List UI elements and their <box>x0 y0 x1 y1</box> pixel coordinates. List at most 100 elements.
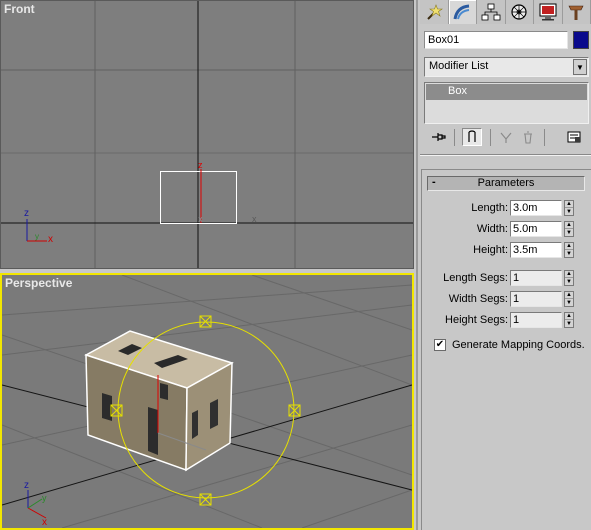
toolbar-separator <box>454 129 455 146</box>
box-window <box>160 383 168 400</box>
box01-mesh <box>84 330 234 472</box>
front-viewport-label[interactable]: Front <box>4 2 35 16</box>
spinner-up-icon[interactable]: ▲ <box>565 201 573 208</box>
generate-mapping-label[interactable]: Generate Mapping Coords. <box>452 339 585 351</box>
panel-divider <box>420 154 591 156</box>
stack-item-box[interactable]: Box <box>426 84 587 100</box>
perspective-viewport-label[interactable]: Perspective <box>5 276 72 290</box>
front-viewport-canvas[interactable]: z x x z x y <box>1 1 414 269</box>
trash-icon <box>524 131 532 144</box>
spinner-down-icon[interactable]: ▼ <box>565 299 573 306</box>
spinner-up-icon[interactable]: ▲ <box>565 313 573 320</box>
world-x-label: x <box>48 234 53 245</box>
length-segs-spinner[interactable]: ▲ ▼ <box>564 270 574 286</box>
front-viewport[interactable]: z x x z x y Front <box>0 0 414 269</box>
length-spinner[interactable]: ▲ ▼ <box>564 200 574 216</box>
parameters-title: Parameters <box>477 177 535 189</box>
height-spinner[interactable]: ▲ ▼ <box>564 242 574 258</box>
spinner-down-icon[interactable]: ▼ <box>565 229 573 236</box>
param-width-row: Width: 5.0m ▲ ▼ <box>422 221 591 239</box>
parameters-rollout-header[interactable]: - Parameters <box>427 176 585 191</box>
tab-display[interactable] <box>534 0 563 24</box>
parameters-rollout: - Parameters Length: 3.0m ▲ ▼ Width: 5.0m… <box>421 169 591 530</box>
tab-create[interactable] <box>420 0 449 24</box>
object-color-swatch[interactable] <box>573 31 589 49</box>
length-input[interactable]: 3.0m <box>510 200 562 216</box>
height-segs-input[interactable]: 1 <box>510 312 562 328</box>
remove-modifier-button[interactable] <box>518 128 538 146</box>
width-segs-input[interactable]: 1 <box>510 291 562 307</box>
box-door <box>148 407 158 455</box>
spinner-down-icon[interactable]: ▼ <box>565 208 573 215</box>
perspective-viewport-canvas[interactable]: z x y <box>2 275 412 528</box>
height-input[interactable]: 3.5m <box>510 242 562 258</box>
spinner-up-icon[interactable]: ▲ <box>565 222 573 229</box>
persp-world-axis-tripod: z x y <box>24 480 47 528</box>
motion-icon <box>511 4 527 20</box>
spinner-down-icon[interactable]: ▼ <box>565 250 573 257</box>
perspective-viewport[interactable]: z x y Perspective <box>0 273 414 530</box>
display-icon <box>539 3 557 21</box>
toolbar-separator <box>490 129 491 146</box>
make-unique-button[interactable] <box>496 128 516 146</box>
spinner-up-icon[interactable]: ▲ <box>565 243 573 250</box>
toolbar-separator <box>544 129 545 146</box>
world-y-axis <box>27 498 43 509</box>
pivot-x-mark: x <box>198 214 203 224</box>
length-label: Length: <box>471 202 508 214</box>
width-segs-label: Width Segs: <box>448 293 508 305</box>
world-y-label: y <box>35 232 39 241</box>
world-x-label: x <box>42 517 47 528</box>
world-y-label: y <box>42 493 47 503</box>
hierarchy-icon <box>481 3 501 21</box>
height-segs-spinner[interactable]: ▲ ▼ <box>564 312 574 328</box>
modifier-stack[interactable]: Box <box>424 82 589 124</box>
tab-motion[interactable] <box>505 0 534 24</box>
create-icon <box>427 4 443 20</box>
grid-x-mark: x <box>252 214 257 224</box>
spinner-down-icon[interactable]: ▼ <box>565 320 573 327</box>
length-segs-input[interactable]: 1 <box>510 270 562 286</box>
generate-mapping-row[interactable]: ✔ Generate Mapping Coords. <box>434 338 589 354</box>
param-length-row: Length: 3.0m ▲ ▼ <box>422 200 591 218</box>
make-unique-icon <box>500 132 512 143</box>
show-end-result-button[interactable] <box>462 128 482 146</box>
width-spinner[interactable]: ▲ ▼ <box>564 221 574 237</box>
pin-stack-button[interactable] <box>428 128 448 146</box>
modifier-list-label: Modifier List <box>429 60 489 72</box>
tab-modify[interactable] <box>448 0 477 24</box>
tab-utilities[interactable] <box>562 0 591 24</box>
length-segs-label: Length Segs: <box>443 272 508 284</box>
width-segs-spinner[interactable]: ▲ ▼ <box>564 291 574 307</box>
object-name-field[interactable]: Box01 <box>424 31 568 49</box>
tab-hierarchy[interactable] <box>477 0 506 24</box>
configure-modifier-sets-button[interactable] <box>564 128 584 146</box>
chevron-down-icon[interactable]: ▼ <box>573 59 587 75</box>
box-window <box>210 399 218 429</box>
show-end-result-icon <box>468 130 476 142</box>
spinner-down-icon[interactable]: ▼ <box>565 278 573 285</box>
box-window <box>192 410 198 439</box>
world-z-label: z <box>24 480 29 491</box>
generate-mapping-checkbox[interactable]: ✔ <box>434 339 446 351</box>
pivot-z-label: z <box>198 160 203 170</box>
command-panel: Box01 Modifier List ▼ Box - Parameters L… <box>416 0 591 530</box>
stack-toolbar <box>424 128 589 148</box>
width-label: Width: <box>476 223 508 235</box>
command-panel-tabs <box>420 0 591 24</box>
param-height-segs-row: Height Segs: 1 ▲ ▼ <box>422 312 591 330</box>
configure-sets-icon <box>567 131 581 143</box>
width-input[interactable]: 5.0m <box>510 221 562 237</box>
world-axis-tripod: z x y <box>24 208 53 245</box>
grid-line <box>2 304 412 356</box>
grid-line <box>301 489 412 528</box>
pin-icon <box>432 133 446 141</box>
spinner-up-icon[interactable]: ▲ <box>565 271 573 278</box>
world-z-label: z <box>24 208 29 219</box>
param-width-segs-row: Width Segs: 1 ▲ ▼ <box>422 291 591 309</box>
param-length-segs-row: Length Segs: 1 ▲ ▼ <box>422 270 591 288</box>
spinner-up-icon[interactable]: ▲ <box>565 292 573 299</box>
height-label: Height: <box>473 244 508 256</box>
modify-icon <box>453 4 470 20</box>
modifier-list-dropdown[interactable]: Modifier List ▼ <box>424 57 589 77</box>
